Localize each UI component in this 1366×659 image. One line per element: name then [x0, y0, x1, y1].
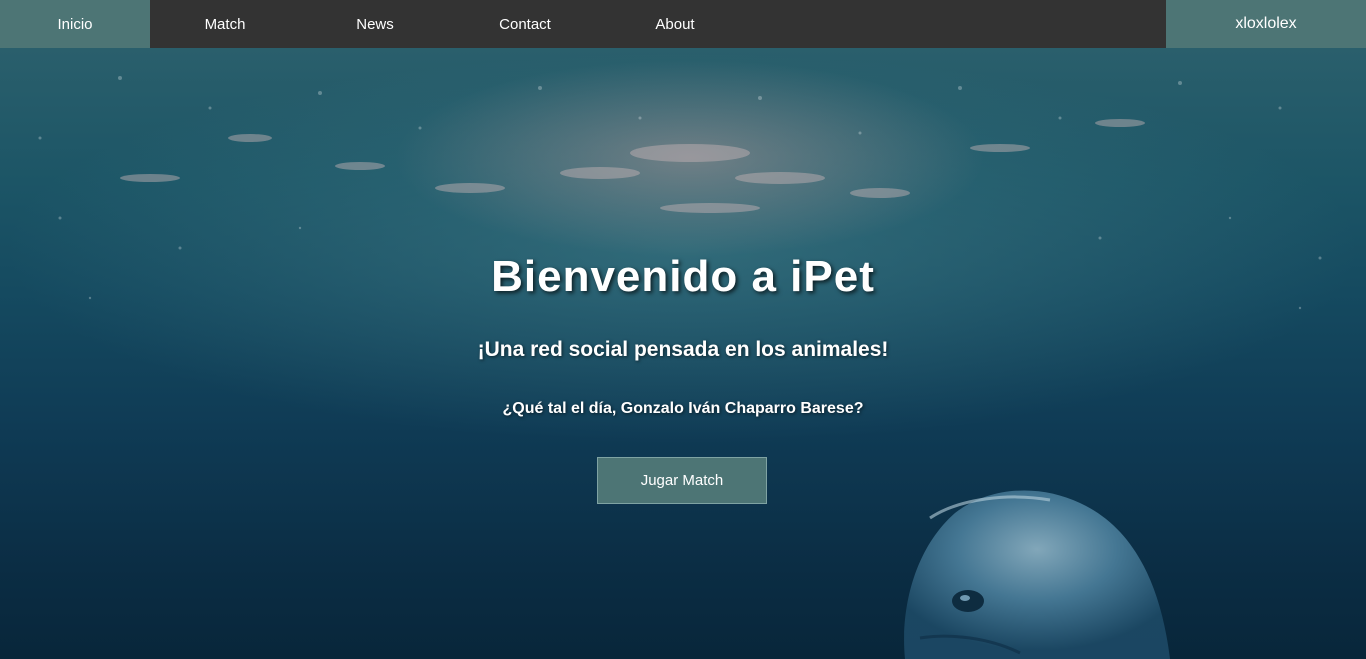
nav-item-inicio[interactable]: Inicio [0, 0, 150, 48]
hero-content: Bienvenido a iPet ¡Una red social pensad… [0, 48, 1366, 659]
user-greeting: ¿Qué tal el día, Gonzalo Iván Chaparro B… [502, 400, 864, 417]
play-match-button[interactable]: Jugar Match [597, 457, 767, 504]
nav-item-contact[interactable]: Contact [450, 0, 600, 48]
nav-item-match[interactable]: Match [150, 0, 300, 48]
hero-title: Bienvenido a iPet [491, 252, 875, 301]
nav-item-about[interactable]: About [600, 0, 750, 48]
nav-item-news[interactable]: News [300, 0, 450, 48]
hero-section: Bienvenido a iPet ¡Una red social pensad… [0, 48, 1366, 659]
top-navbar: Inicio Match News Contact About xloxlole… [0, 0, 1366, 48]
hero-subtitle: ¡Una red social pensada en los animales! [477, 338, 889, 361]
user-menu[interactable]: xloxlolex [1166, 0, 1366, 48]
